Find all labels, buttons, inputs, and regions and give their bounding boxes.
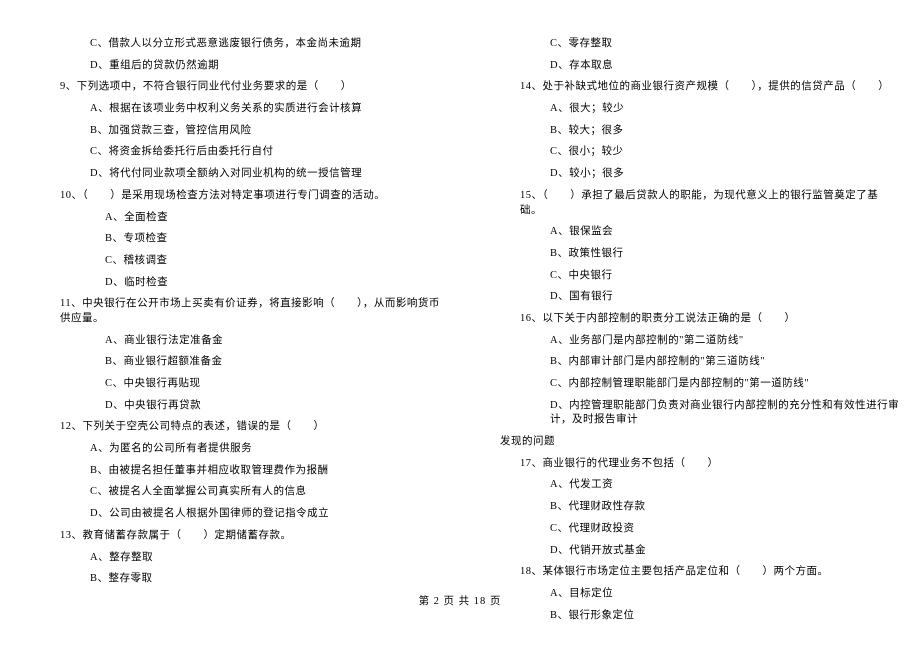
q9-opt-b: B、加强贷款三查，管控信用风险 <box>20 124 440 139</box>
question-17-stem: 17、商业银行的代理业务不包括（ ） <box>480 457 900 472</box>
question-18-stem: 18、某体银行市场定位主要包括产品定位和（ ）两个方面。 <box>480 565 900 580</box>
question-10-stem: 10、（ ）是采用现场检查方法对特定事项进行专门调查的活动。 <box>20 189 440 204</box>
q13-opt-c: C、零存整取 <box>480 37 900 52</box>
q17-opt-a: A、代发工资 <box>480 478 900 493</box>
q9-opt-d: D、将代付同业款项全额纳入对同业机构的统一授信管理 <box>20 167 440 182</box>
q9-opt-c: C、将资金拆给委托行后由委托行自付 <box>20 145 440 160</box>
q13-opt-a: A、整存整取 <box>20 551 440 566</box>
q11-opt-d: D、中央银行再贷款 <box>20 399 440 414</box>
q15-opt-d: D、国有银行 <box>480 290 900 305</box>
q10-opt-a: A、全面检查 <box>20 211 440 226</box>
q11-opt-c: C、中央银行再贴现 <box>20 377 440 392</box>
q18-opt-a: A、目标定位 <box>480 587 900 602</box>
q12-opt-d: D、公司由被提名人根据外国律师的登记指令成立 <box>20 507 440 522</box>
q17-opt-b: B、代理财政性存款 <box>480 500 900 515</box>
q13-opt-d: D、存本取息 <box>480 59 900 74</box>
question-9-stem: 9、下列选项中，不符合银行同业代付业务要求的是（ ） <box>20 80 440 95</box>
page-body: C、借款人以分立形式恶意逃废银行债务，本金尚未逾期 D、重组后的贷款仍然逾期 9… <box>0 0 920 590</box>
q16-opt-d: D、内控管理职能部门负责对商业银行内部控制的充分性和有效性进行审计，及时报告审计 <box>480 399 900 428</box>
q15-opt-c: C、中央银行 <box>480 269 900 284</box>
right-column: C、零存整取 D、存本取息 14、处于补缺式地位的商业银行资产规模（ ），提供的… <box>460 30 920 590</box>
q10-opt-b: B、专项检查 <box>20 232 440 247</box>
left-column: C、借款人以分立形式恶意逃废银行债务，本金尚未逾期 D、重组后的贷款仍然逾期 9… <box>0 30 460 590</box>
q16-continuation: 发现的问题 <box>480 435 900 450</box>
question-15-stem: 15、（ ）承担了最后贷款人的职能，为现代意义上的银行监管奠定了基础。 <box>480 189 900 218</box>
option-d: D、重组后的贷款仍然逾期 <box>20 59 440 74</box>
q15-opt-b: B、政策性银行 <box>480 247 900 262</box>
q12-opt-c: C、被提名人全面掌握公司真实所有人的信息 <box>20 485 440 500</box>
q18-opt-b: B、银行形象定位 <box>480 609 900 624</box>
q11-opt-a: A、商业银行法定准备金 <box>20 334 440 349</box>
q16-opt-a: A、业务部门是内部控制的"第二道防线" <box>480 334 900 349</box>
q14-opt-c: C、很小；较少 <box>480 145 900 160</box>
q12-opt-a: A、为匿名的公司所有者提供服务 <box>20 442 440 457</box>
q15-opt-a: A、银保监会 <box>480 225 900 240</box>
q9-opt-a: A、根据在该项业务中权利义务关系的实质进行会计核算 <box>20 102 440 117</box>
question-16-stem: 16、以下关于内部控制的职责分工说法正确的是（ ） <box>480 312 900 327</box>
q16-opt-c: C、内部控制管理职能部门是内部控制的"第一道防线" <box>480 377 900 392</box>
q10-opt-c: C、稽核调查 <box>20 254 440 269</box>
q11-opt-b: B、商业银行超额准备金 <box>20 355 440 370</box>
q13-opt-b: B、整存零取 <box>20 572 440 587</box>
q17-opt-d: D、代销开放式基金 <box>480 544 900 559</box>
q10-opt-d: D、临时检查 <box>20 276 440 291</box>
q14-opt-b: B、较大；很多 <box>480 124 900 139</box>
question-13-stem: 13、教育储蓄存款属于（ ）定期储蓄存款。 <box>20 529 440 544</box>
q14-opt-a: A、很大；较少 <box>480 102 900 117</box>
q12-opt-b: B、由被提名担任董事并相应收取管理费作为报酬 <box>20 464 440 479</box>
q16-opt-b: B、内部审计部门是内部控制的"第三道防线" <box>480 355 900 370</box>
q17-opt-c: C、代理财政投资 <box>480 522 900 537</box>
question-14-stem: 14、处于补缺式地位的商业银行资产规模（ ），提供的信贷产品（ ） <box>480 80 900 95</box>
question-11-stem: 11、中央银行在公开市场上买卖有价证券，将直接影响（ ），从而影响货币供应量。 <box>20 297 440 326</box>
q14-opt-d: D、较小；很多 <box>480 167 900 182</box>
option-c: C、借款人以分立形式恶意逃废银行债务，本金尚未逾期 <box>20 37 440 52</box>
question-12-stem: 12、下列关于空壳公司特点的表述，错误的是（ ） <box>20 420 440 435</box>
